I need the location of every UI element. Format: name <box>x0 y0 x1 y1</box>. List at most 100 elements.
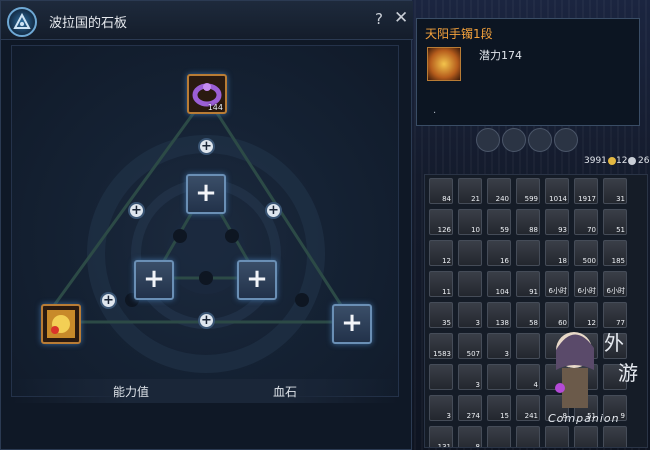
inventory-tool-icon[interactable] <box>528 128 552 152</box>
inventory-slot[interactable]: 6小时 <box>574 271 598 297</box>
inventory-slot-count: 1583 <box>433 350 451 358</box>
node-plus-left-lower[interactable]: + <box>100 292 117 309</box>
inventory-slot-count: 131 <box>437 443 451 448</box>
inventory-slot[interactable]: 185 <box>603 240 627 266</box>
silver-coin-icon <box>628 156 637 165</box>
inventory-slot-count: 126 <box>437 226 451 234</box>
stone-tablet-board: 144 + + + + + <box>11 45 399 397</box>
inventory-slot-count: 1917 <box>578 195 596 203</box>
inventory-slot[interactable]: 51 <box>603 209 627 235</box>
inventory-slot[interactable]: 507 <box>458 333 482 359</box>
inventory-slot-count: 599 <box>524 195 538 203</box>
svg-text:外: 外 <box>604 331 624 355</box>
inventory-slot[interactable]: 21 <box>458 178 482 204</box>
inventory-slot[interactable] <box>458 271 482 297</box>
inventory-slot[interactable]: 1917 <box>574 178 598 204</box>
inventory-slot-count: 12 <box>442 257 451 265</box>
inventory-slot-count: 3 <box>475 381 480 389</box>
node-plus-top[interactable]: + <box>198 138 215 155</box>
inventory-slot-count: 185 <box>611 257 625 265</box>
inventory-slot[interactable]: 3 <box>487 333 511 359</box>
inventory-slot[interactable]: 599 <box>516 178 540 204</box>
stone-slot-middle-left[interactable] <box>134 260 174 300</box>
inventory-slot[interactable]: 104 <box>487 271 511 297</box>
stone-slot-bottom-left[interactable] <box>41 304 81 344</box>
help-button[interactable]: ? <box>375 10 383 28</box>
board-tabs: 能力值 血石 <box>11 379 399 403</box>
inventory-slot[interactable]: 18 <box>545 240 569 266</box>
equipped-item-count: 144 <box>207 103 223 112</box>
inventory-slot-count: 8 <box>475 443 480 448</box>
inventory-slot[interactable]: 3 <box>458 302 482 328</box>
inventory-slot-count: 6小时 <box>548 287 567 295</box>
inventory-slot[interactable]: 10 <box>458 209 482 235</box>
inventory-slot[interactable]: 91 <box>516 271 540 297</box>
inventory-slot-count: 35 <box>442 319 451 327</box>
inventory-toolbar <box>418 124 648 156</box>
game-logo-icon <box>7 7 37 37</box>
inventory-slot[interactable]: 8 <box>458 426 482 448</box>
inventory-slot[interactable] <box>487 426 511 447</box>
gold-amount: 3991 <box>584 156 607 166</box>
inventory-slot[interactable]: 93 <box>545 209 569 235</box>
inventory-slot[interactable]: 6小时 <box>545 271 569 297</box>
inventory-slot-count: 11 <box>442 288 451 296</box>
tooltip-stat: 潜力174 <box>479 49 522 62</box>
inventory-slot[interactable]: 1583 <box>429 333 453 359</box>
inventory-slot[interactable]: 3 <box>458 364 482 390</box>
inventory-slot[interactable] <box>516 240 540 266</box>
stone-slot-middle-top[interactable] <box>186 174 226 214</box>
inventory-slot[interactable] <box>487 364 511 390</box>
stone-slot-bottom-right[interactable] <box>332 304 372 344</box>
inventory-slot[interactable]: 274 <box>458 395 482 421</box>
tab-bloodstone[interactable]: 血石 <box>273 383 297 400</box>
inventory-slot[interactable]: 15 <box>487 395 511 421</box>
inventory-tool-icon[interactable] <box>554 128 578 152</box>
inventory-slot-count: 138 <box>495 319 509 327</box>
inventory-slot-count: 10 <box>471 226 480 234</box>
inventory-slot[interactable]: 12 <box>429 240 453 266</box>
tab-stats[interactable]: 能力值 <box>113 383 149 400</box>
inventory-slot[interactable]: 126 <box>429 209 453 235</box>
inventory-slot[interactable] <box>458 240 482 266</box>
inventory-slot[interactable]: 11 <box>429 271 453 297</box>
inventory-slot-count: 3 <box>504 350 509 358</box>
inventory-slot[interactable]: 1014 <box>545 178 569 204</box>
inventory-slot[interactable]: 31 <box>603 178 627 204</box>
node-plus-right-upper[interactable]: + <box>265 202 282 219</box>
inventory-slot-count: 6小时 <box>577 287 596 295</box>
inventory-slot-count: 51 <box>616 226 625 234</box>
inventory-slot[interactable]: 35 <box>429 302 453 328</box>
equipped-bracelet-slot[interactable]: 144 <box>187 74 227 114</box>
tooltip-title: 天阳手镯1段 <box>425 27 493 41</box>
inventory-slot[interactable]: 6小时 <box>603 271 627 297</box>
inventory-slot[interactable]: 240 <box>487 178 511 204</box>
inventory-slot[interactable]: 500 <box>574 240 598 266</box>
currency-silver: 12 <box>616 156 637 166</box>
inventory-slot[interactable]: 59 <box>487 209 511 235</box>
inventory-slot[interactable]: 131 <box>429 426 453 448</box>
inventory-slot[interactable]: 138 <box>487 302 511 328</box>
tooltip-footer: . <box>433 105 437 116</box>
dialog-title: 波拉国的石板 <box>49 16 128 31</box>
inventory-slot[interactable]: 88 <box>516 209 540 235</box>
gold-coin-icon <box>607 156 616 165</box>
inventory-slot-count: 240 <box>495 195 509 203</box>
inventory-slot-count: 88 <box>529 226 538 234</box>
inventory-slot[interactable]: 3 <box>429 395 453 421</box>
inventory-slot-count: 59 <box>500 226 509 234</box>
svg-text:游: 游 <box>618 361 638 385</box>
node-plus-left-upper[interactable]: + <box>128 202 145 219</box>
inventory-slot-count: 84 <box>442 195 451 203</box>
stone-slot-middle-right[interactable] <box>237 260 277 300</box>
node-plus-bottom[interactable]: + <box>198 312 215 329</box>
close-button[interactable]: ✕ <box>394 8 408 28</box>
inventory-tool-icon[interactable] <box>476 128 500 152</box>
dialog-titlebar[interactable]: 波拉国的石板 ? ✕ <box>1 1 413 40</box>
inventory-slot[interactable]: 84 <box>429 178 453 204</box>
inventory-slot-count: 70 <box>587 226 596 234</box>
inventory-tool-icon[interactable] <box>502 128 526 152</box>
inventory-slot[interactable]: 70 <box>574 209 598 235</box>
inventory-slot[interactable]: 16 <box>487 240 511 266</box>
inventory-slot[interactable] <box>429 364 453 390</box>
